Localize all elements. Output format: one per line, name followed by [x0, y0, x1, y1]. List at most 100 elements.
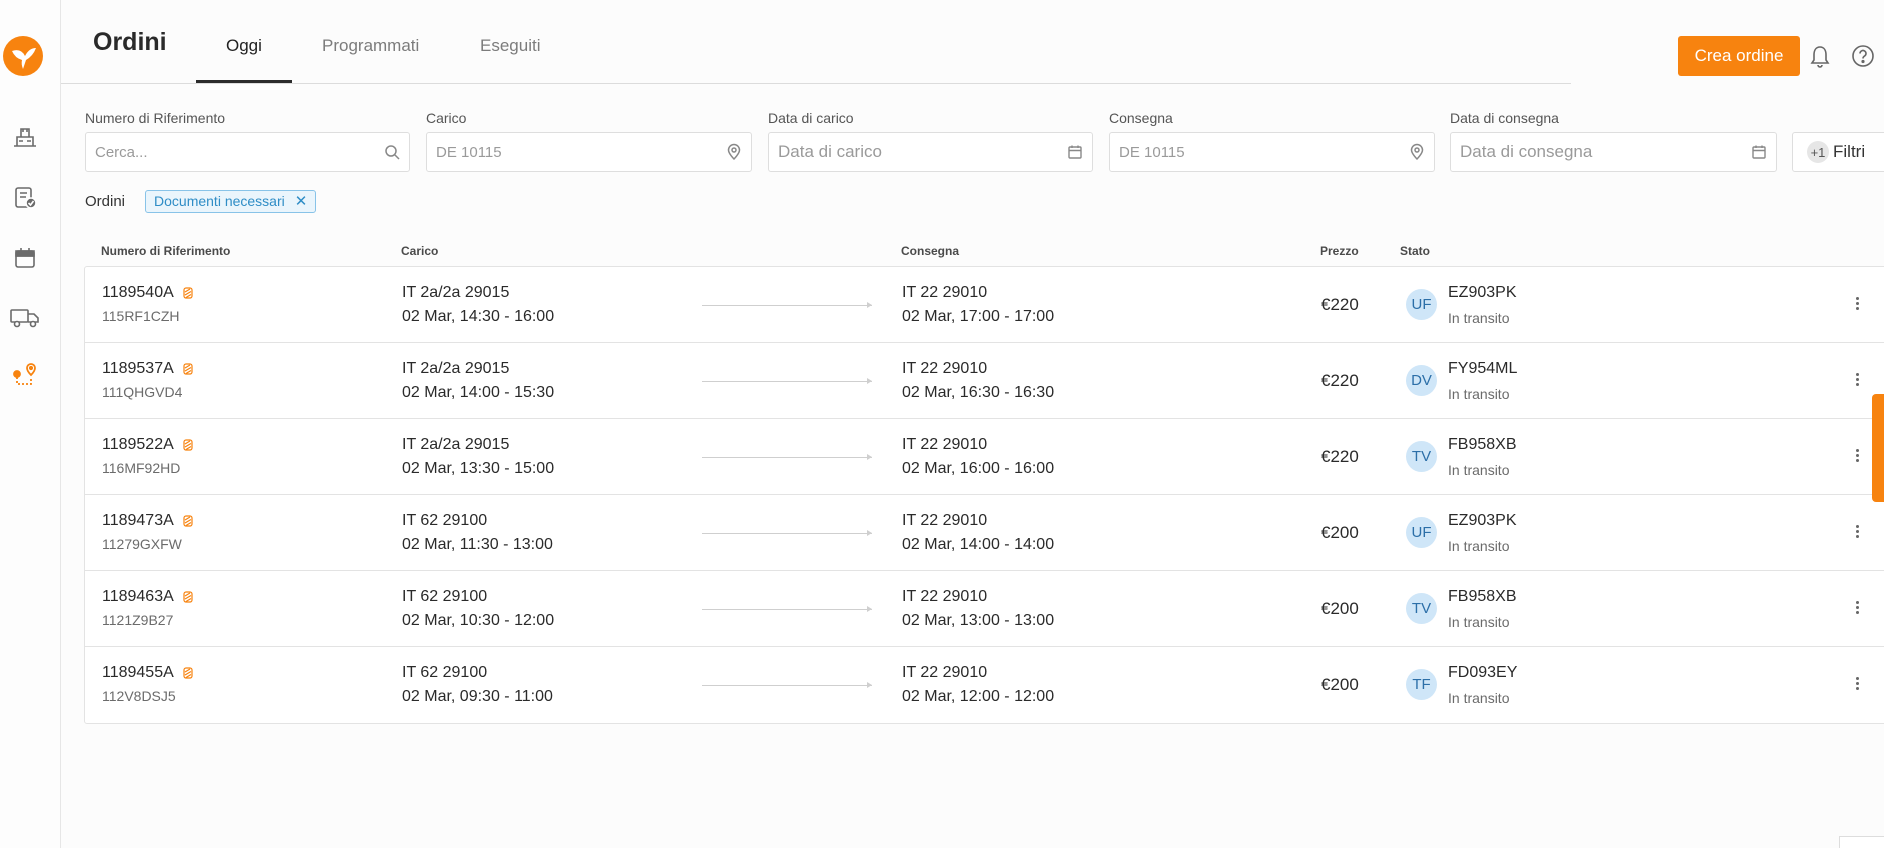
vehicle-plate: EZ903PK	[1448, 284, 1517, 301]
order-status: In transito	[1448, 462, 1510, 478]
truck-icon[interactable]	[9, 303, 41, 331]
route-pin-icon[interactable]	[11, 360, 39, 388]
order-sub-reference: 112V8DSJ5	[102, 688, 176, 704]
delivery-date-input[interactable]: Data di consegna	[1450, 132, 1777, 172]
order-sub-reference: 111QHGVD4	[102, 384, 183, 400]
filter-chip-documents[interactable]: Documenti necessari ✕	[145, 189, 317, 213]
header: Ordini Oggi Programmati Eseguiti Crea or…	[61, 0, 1884, 84]
warehouse-icon[interactable]	[11, 122, 39, 150]
load-location-input[interactable]: DE 10115	[426, 132, 752, 172]
column-header-price[interactable]: Prezzo	[1320, 244, 1359, 258]
checklist-icon[interactable]	[11, 183, 39, 211]
bell-icon[interactable]	[1807, 43, 1833, 69]
route-arrow	[702, 378, 872, 384]
order-status: In transito	[1448, 690, 1510, 706]
load-time: 02 Mar, 11:30 - 13:00	[402, 536, 553, 553]
delivery-place: IT 22 29010	[902, 436, 988, 453]
column-header-delivery[interactable]: Consegna	[901, 244, 959, 258]
load-date-input[interactable]: Data di carico	[768, 132, 1093, 172]
delivery-place: IT 22 29010	[902, 360, 988, 377]
column-header-reference[interactable]: Numero di Riferimento	[101, 244, 230, 258]
tab-programmati[interactable]: Programmati	[322, 36, 419, 56]
order-status: In transito	[1448, 614, 1510, 630]
create-order-button[interactable]: Crea ordine	[1678, 36, 1800, 76]
tab-oggi[interactable]: Oggi	[226, 36, 262, 56]
table-row[interactable]: 1189537A 111QHGVD4 IT 2a/2a 29015 02 Mar…	[85, 343, 1884, 419]
delivery-date-placeholder: Data di consegna	[1460, 142, 1593, 161]
order-reference: 1189455A	[102, 664, 174, 681]
more-options-icon[interactable]	[1850, 371, 1864, 391]
calendar-icon[interactable]	[11, 244, 39, 272]
reference-search-input[interactable]: Cerca...	[85, 132, 410, 172]
filter-load-label: Carico	[426, 110, 467, 126]
logo[interactable]	[3, 36, 43, 76]
vehicle-plate: FB958XB	[1448, 436, 1517, 453]
more-options-icon[interactable]	[1850, 295, 1864, 315]
load-place: IT 62 29100	[402, 588, 488, 605]
delivery-place: IT 22 29010	[902, 284, 988, 301]
order-sub-reference: 11279GXFW	[102, 536, 182, 552]
driver-avatar: UF	[1406, 517, 1437, 548]
more-options-icon[interactable]	[1850, 447, 1864, 467]
feedback-side-tab[interactable]	[1872, 394, 1884, 502]
more-options-icon[interactable]	[1850, 523, 1864, 543]
vehicle-plate: EZ903PK	[1448, 512, 1517, 529]
route-arrow	[702, 682, 872, 688]
driver-avatar: UF	[1406, 289, 1437, 320]
filter-chip-label: Documenti necessari	[154, 193, 285, 209]
more-options-icon[interactable]	[1850, 599, 1864, 619]
load-time: 02 Mar, 14:30 - 16:00	[402, 308, 555, 325]
hazard-stripes-icon	[183, 363, 193, 375]
column-header-load[interactable]: Carico	[401, 244, 438, 258]
order-status: In transito	[1448, 538, 1510, 554]
more-filters-label: Filtri	[1833, 142, 1866, 161]
hazard-stripes-icon	[183, 439, 193, 451]
filter-delivery-date-label: Data di consegna	[1450, 110, 1559, 126]
filter-load: Carico DE 10115	[426, 110, 752, 172]
hazard-stripes-icon	[183, 591, 193, 603]
delivery-time: 02 Mar, 13:00 - 13:00	[902, 612, 1055, 629]
vehicle-plate: FB958XB	[1448, 588, 1517, 605]
table-row[interactable]: 1189473A 11279GXFW IT 62 29100 02 Mar, 1…	[85, 495, 1884, 571]
delivery-place: IT 22 29010	[902, 588, 988, 605]
driver-avatar: TF	[1406, 669, 1437, 700]
order-reference: 1189463A	[102, 588, 174, 605]
order-status: In transito	[1448, 310, 1510, 326]
filter-load-date-label: Data di carico	[768, 110, 854, 126]
more-filters-button[interactable]: +1 Filtri	[1792, 132, 1884, 172]
table-row[interactable]: 1189522A 116MF92HD IT 2a/2a 29015 02 Mar…	[85, 419, 1884, 495]
table-row[interactable]: 1189463A 1121Z9B27 IT 62 29100 02 Mar, 1…	[85, 571, 1884, 647]
order-price: €220	[1321, 295, 1359, 314]
order-sub-reference: 1121Z9B27	[102, 612, 174, 628]
table-row[interactable]: 1189455A 112V8DSJ5 IT 62 29100 02 Mar, 0…	[85, 647, 1884, 723]
driver-avatar: TV	[1406, 593, 1437, 624]
load-place: IT 2a/2a 29015	[402, 284, 510, 301]
load-time: 02 Mar, 13:30 - 15:00	[402, 460, 555, 477]
order-status: In transito	[1448, 386, 1510, 402]
hazard-stripes-icon	[183, 667, 193, 679]
order-price: €200	[1321, 599, 1359, 618]
order-reference: 1189540A	[102, 284, 174, 301]
close-icon[interactable]: ✕	[295, 192, 308, 210]
tab-eseguiti[interactable]: Eseguiti	[480, 36, 540, 56]
delivery-location-input[interactable]: DE 10115	[1109, 132, 1435, 172]
vehicle-plate: FY954ML	[1448, 360, 1518, 377]
order-price: €220	[1321, 447, 1359, 466]
help-icon[interactable]	[1850, 43, 1876, 69]
vehicle-plate: FD093EY	[1448, 664, 1518, 681]
load-date-placeholder: Data di carico	[778, 142, 882, 161]
load-time: 02 Mar, 14:00 - 15:30	[402, 384, 555, 401]
table-row[interactable]: 1189540A 115RF1CZH IT 2a/2a 29015 02 Mar…	[85, 267, 1884, 343]
hazard-stripes-icon	[183, 287, 193, 299]
load-place: IT 2a/2a 29015	[402, 436, 510, 453]
active-filters-label: Ordini	[85, 192, 126, 210]
column-header-status[interactable]: Stato	[1400, 244, 1430, 258]
location-pin-icon	[1410, 143, 1424, 161]
filter-delivery-date: Data di consegna Data di consegna	[1450, 110, 1777, 172]
delivery-time: 02 Mar, 12:00 - 12:00	[902, 688, 1055, 705]
load-location-placeholder: DE 10115	[436, 143, 502, 161]
hazard-stripes-icon	[183, 515, 193, 527]
more-options-icon[interactable]	[1850, 675, 1864, 695]
filter-delivery-label: Consegna	[1109, 110, 1173, 126]
filter-load-date: Data di carico Data di carico	[768, 110, 1093, 172]
